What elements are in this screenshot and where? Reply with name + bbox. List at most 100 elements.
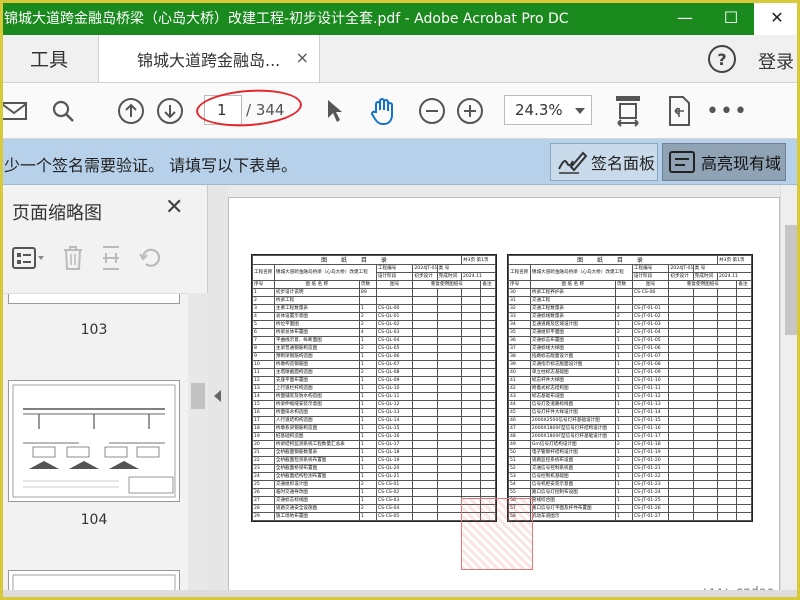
table-row: 22 全桥截面检测系统布置图 1 CS-QL-19: [252, 456, 496, 465]
zoom-out-icon[interactable]: [417, 95, 447, 127]
undo-rotate-icon[interactable]: [138, 246, 162, 274]
extract-page-icon[interactable]: [100, 245, 122, 275]
thumbnail-scrollbar[interactable]: [188, 293, 208, 600]
options-menu-icon[interactable]: [12, 246, 46, 274]
document-scrollbar[interactable]: [780, 185, 800, 600]
thumbnail-list[interactable]: 103 104: [0, 293, 188, 600]
table-row: 4 总体设置示意图 2 CS-QL-01: [252, 312, 496, 321]
tab-document[interactable]: 锦城大道跨金融岛... ×: [98, 35, 320, 82]
table-row: 54 信号机柜安装示意图 1 CS-JT-01-23: [508, 480, 752, 489]
close-panel-icon[interactable]: ✕: [165, 195, 183, 220]
thumbnail-label-103: 103: [80, 322, 108, 338]
table-row: 45 信号灯杆件大样设计图 1 CS-JT-01-14: [508, 408, 752, 417]
table-row: 48 2000X1800F型信号灯杆基础设计图 1 CS-JT-01-17: [508, 432, 752, 441]
login-button[interactable]: 登录: [758, 48, 800, 82]
select-cursor-icon[interactable]: [322, 95, 348, 127]
table-row: 36 交通标志布置图 1 CS-JT-01-05: [508, 336, 752, 345]
hand-tool-icon[interactable]: [366, 95, 400, 127]
next-page-icon[interactable]: [155, 95, 185, 127]
table-row: 3 主要工程数量表 1 CS-QL-00: [252, 304, 496, 313]
table-row: 38 指路标志版面设计图 1 CS-JT-01-07: [508, 352, 752, 361]
table-row: 23 全桥截面桥梁布置图 1 CS-QL-20: [252, 464, 496, 473]
drawing-index-sheet-left: 图 纸 目 录 共3页 第1页 工程名称 锦城大道跨金融岛桥梁（心岛大桥）改建工…: [251, 254, 497, 522]
sheet-right-pageinfo: 共3页 第1页: [716, 255, 753, 265]
table-row: 21 全桥截面钢筋数量表 1 CS-QL-18: [252, 448, 496, 457]
pdf-page: 图 纸 目 录 共3页 第1页 工程名称 锦城大道跨金融岛桥梁（心岛大桥）改建工…: [228, 197, 800, 600]
highlight-fields-label: 高亮现有域: [701, 154, 782, 173]
thumbnail-label-104: 104: [80, 512, 108, 528]
title-bar: 锦城大道跨金融岛桥梁（心岛大桥）改建工程-初步设计全套.pdf - Adobe …: [0, 0, 800, 35]
sheet-left-pageinfo: 共3页 第1页: [460, 255, 497, 265]
document-view[interactable]: 图 纸 目 录 共3页 第1页 工程名称 锦城大道跨金融岛桥梁（心岛大桥）改建工…: [228, 185, 800, 600]
thumbnail-page-102[interactable]: [8, 294, 180, 304]
search-icon[interactable]: [48, 95, 78, 127]
thumbnail-panel-title: 页面缩略图: [12, 203, 102, 224]
prev-page-icon[interactable]: [116, 95, 146, 127]
highlight-fields-button[interactable]: 高亮现有域: [662, 143, 786, 181]
form-fields-icon: [669, 151, 695, 173]
table-row: 34 互通道路及区域设计图 1 CS-JT-01-03: [508, 320, 752, 329]
maximize-button[interactable]: ☐: [708, 0, 754, 35]
signature-pen-icon: [558, 151, 587, 174]
table-row: 39 交通指示标志版面设计图 1 CS-JT-01-08: [508, 360, 752, 369]
table-row: 6 桥梁总体布置图 4 CS-QL-03: [252, 328, 496, 337]
table-row: 51 道路监控系统布设图 2 CS-JT-01-20: [508, 456, 752, 465]
table-row: 13 上行道栏杆构造图 1 CS-QL-10: [252, 384, 496, 393]
table-row: 12 支座平面布置图 1 CS-QL-09: [252, 376, 496, 385]
minimize-button[interactable]: —: [662, 0, 708, 35]
signature-panel-button[interactable]: 签名面板: [550, 143, 658, 181]
horizontal-scrollbar[interactable]: [0, 590, 800, 600]
zoom-in-icon[interactable]: [455, 95, 485, 127]
signature-message: 少一个签名需要验证。 请填写以下表单。: [4, 156, 298, 175]
table-row: 16 桥面排水构造图 1 CS-QL-13: [252, 408, 496, 417]
table-row: 56管线综合图1CS-JT-01-25: [508, 496, 752, 505]
table-row: 30 桥梁工程养护表 CS-CS-06: [508, 288, 752, 297]
table-row: 43 标志基础布设图 1 CS-JT-01-12: [508, 392, 752, 401]
table-row: 20 桥梁结构监测系统工程数量汇总表 1 CS-QL-17: [252, 440, 496, 449]
table-row: 31 交通工程: [508, 296, 752, 305]
thumbnail-toolbar: [12, 245, 162, 275]
tab-document-label: 锦城大道跨金融岛...: [137, 50, 281, 70]
sheet-left-heading: 图 纸 目 录: [252, 255, 462, 265]
table-row: 40 单立柱标志基础图 1 CS-JT-01-09: [508, 368, 752, 377]
table-row: 7 平曲线示意、纵断面图 1 CS-QL-04: [252, 336, 496, 345]
table-row: 11 主塔墩截面构造图 2 CS-QL-08: [252, 368, 496, 377]
table-row: 8 主梁普通钢筋构造图 2 CS-QL-05: [252, 344, 496, 353]
table-row: 15 桥梁伸缩缝安装示意图 1 CS-QL-12: [252, 400, 496, 409]
signature-banner: 少一个签名需要验证。 请填写以下表单。 签名面板 高亮现有域: [0, 139, 800, 185]
more-tools-icon[interactable]: •••: [706, 95, 747, 127]
rotate-view-icon[interactable]: [664, 95, 694, 127]
close-window-button[interactable]: ✕: [754, 0, 800, 35]
drawing-index-sheet-right: 图 纸 目 录 共3页 第1页 工程名称 锦城大道跨金融岛桥梁（心岛大桥）改建工…: [507, 254, 753, 522]
table-row: 17 人行道结构构造图 1 CS-QL-14: [252, 416, 496, 425]
document-scroll-thumb[interactable]: [785, 225, 797, 335]
table-row: 25 交通组织设计图 2 CS-CS-01: [252, 480, 496, 489]
tab-tools[interactable]: 工具: [0, 35, 98, 82]
signature-panel-label: 签名面板: [591, 154, 656, 173]
table-row: 32 交通工程数量表 4 CS-JT-01-01: [508, 304, 752, 313]
toolbar: •••: [0, 83, 800, 139]
thumbnail-scroll-thumb[interactable]: [191, 383, 205, 409]
fit-page-icon[interactable]: [612, 95, 644, 127]
table-row: 33 交通标线数量表 2 CS-JT-01-02: [508, 312, 752, 321]
official-seal-stamp: [461, 498, 533, 570]
table-row: 53 信号控制机基础图 1 CS-JT-01-22: [508, 472, 752, 481]
tab-bar: 工具 锦城大道跨金融岛... × ? 登录: [0, 35, 800, 83]
table-row: 24 全桥截面结构检测布置图 1 CS-QL-21: [252, 472, 496, 481]
collapse-arrow-icon: [214, 390, 221, 402]
table-row: 2 桥梁工程: [252, 296, 496, 305]
table-row: 52 交通信号控制系统图 1 CS-JT-01-21: [508, 464, 752, 473]
help-icon[interactable]: ?: [708, 45, 736, 73]
table-row: 58机动车道图示1CS-JT-01-27: [508, 512, 752, 521]
email-icon[interactable]: [0, 95, 30, 127]
table-row: 55 路口信号灯控制布设图 1 CS-JT-01-24: [508, 488, 752, 497]
chevron-down-icon: [575, 108, 585, 114]
table-row: 47 2000X1800F型信号灯杆结构设计图 1 CS-JT-01-16: [508, 424, 752, 433]
delete-page-icon[interactable]: [62, 245, 84, 275]
table-row: 9 预制梁钢筋构造图 1 CS-QL-06: [252, 352, 496, 361]
thumbnail-page-104[interactable]: [8, 380, 180, 502]
panel-collapse-handle[interactable]: [208, 185, 228, 600]
tab-close-icon[interactable]: ×: [296, 48, 309, 67]
table-row: 41 标志杆件大样图 1 CS-JT-01-10: [508, 376, 752, 385]
zoom-select[interactable]: 24.3%: [504, 95, 592, 125]
